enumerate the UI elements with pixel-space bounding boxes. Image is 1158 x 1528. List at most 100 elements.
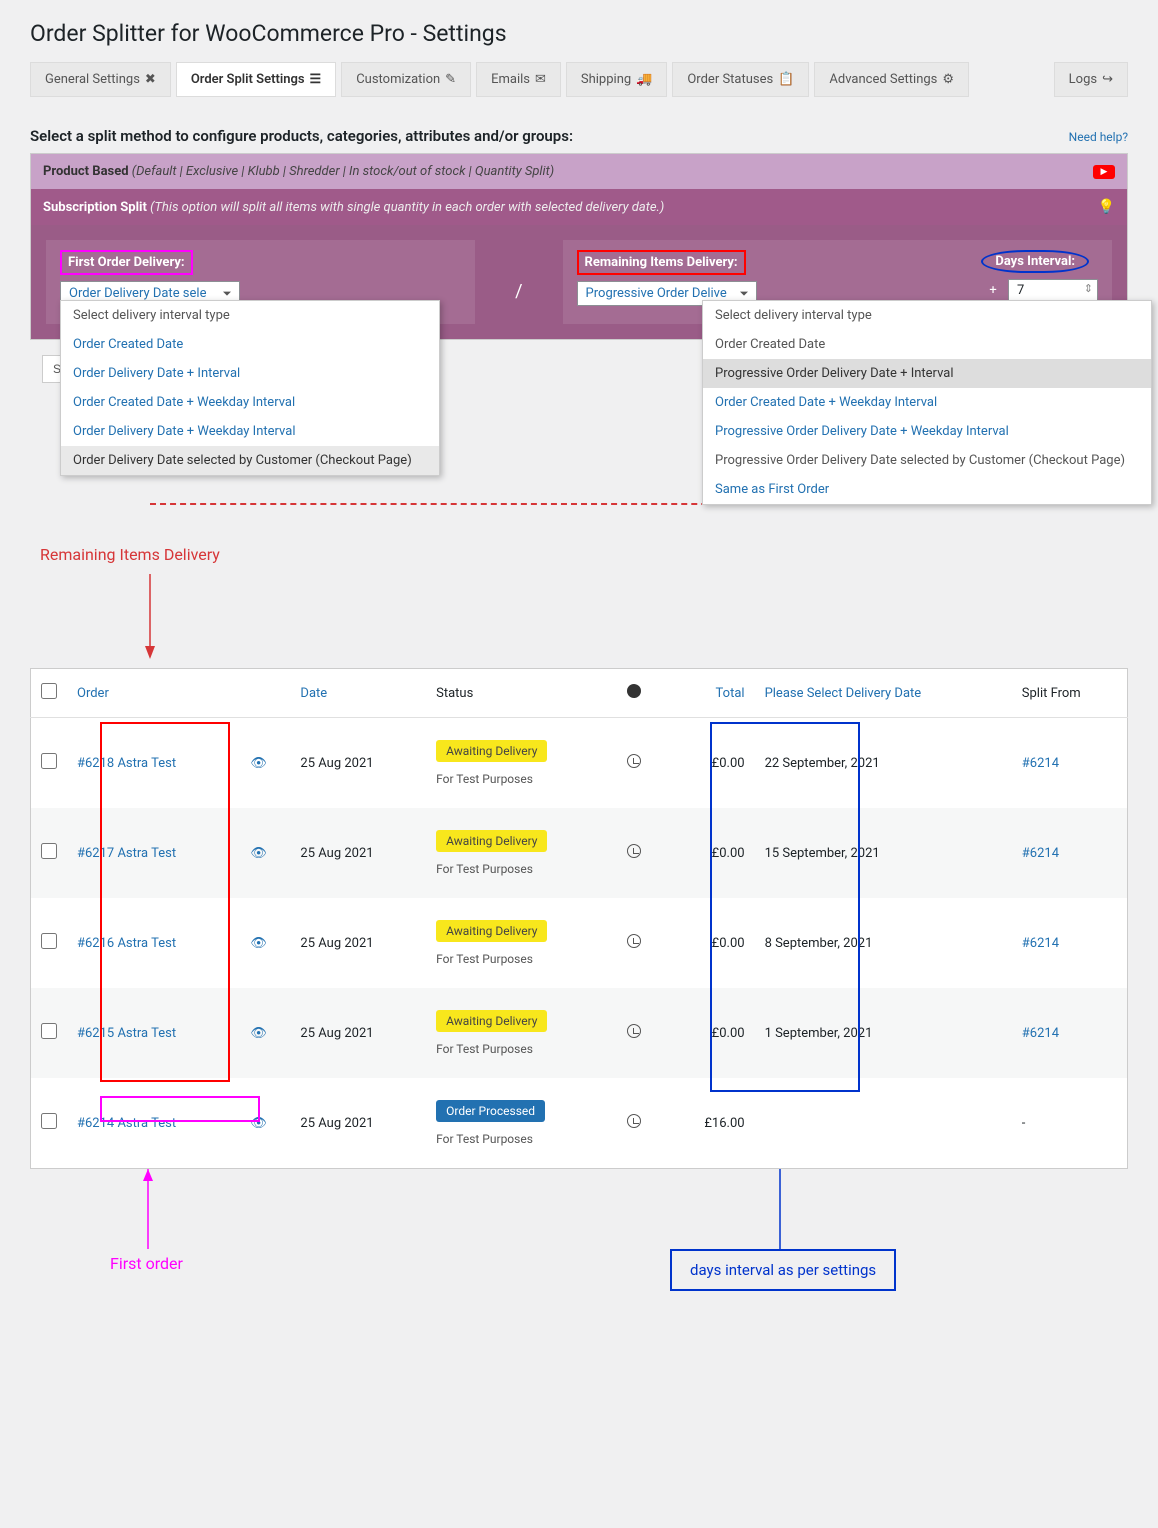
delivery-date: 8 September, 2021 [755,898,1012,988]
tab-advanced-settings[interactable]: Advanced Settings ⚙ [814,62,969,97]
col-total[interactable]: Total [667,669,755,718]
separator-slash: / [495,281,542,302]
status-note: For Test Purposes [436,1042,607,1056]
order-link[interactable]: #6217 Astra Test [77,846,176,861]
arrow-down-red-icon [120,574,260,664]
split-from-link[interactable]: #6214 [1022,756,1059,771]
order-link[interactable]: #6214 Astra Test [77,1116,176,1131]
days-interval-input[interactable]: 7 [1008,279,1098,302]
dropdown-option[interactable]: Order Delivery Date + Interval [61,359,439,388]
col-date[interactable]: Date [290,669,426,718]
table-row: #6214 Astra Test 👁 25 Aug 2021 Order Proces… [31,1078,1128,1169]
first-order-group: First Order Delivery: Order Delivery Dat… [46,240,475,324]
tab-customization[interactable]: Customization ✎ [341,62,471,97]
row-checkbox[interactable] [41,1023,57,1039]
split-from-cell: #6214 [1012,718,1128,809]
dropdown-option[interactable]: Progressive Order Delivery Date + Weekda… [703,417,1151,446]
order-link[interactable]: #6215 Astra Test [77,1026,176,1041]
order-link[interactable]: #6218 Astra Test [77,756,176,771]
tab-logs[interactable]: Logs ↪ [1054,62,1128,97]
login-icon: ↪ [1102,72,1113,87]
status-badge: Order Processed [436,1100,545,1122]
product-based-row[interactable]: Product Based (Default | Exclusive | Klu… [31,154,1127,189]
subscription-split-label: Subscription Split [43,200,147,215]
clipboard-icon: 📋 [778,72,794,87]
cogs-icon: ⚙ [942,72,954,87]
col-order[interactable]: Order [67,669,240,718]
order-date: 25 Aug 2021 [290,718,426,809]
col-icon [617,669,667,718]
tab-general-settings[interactable]: General Settings ✖ [30,62,171,97]
tab-label: Shipping [581,72,631,87]
tools-icon: ✖ [145,72,156,87]
note-icon[interactable] [627,844,641,858]
need-help-link[interactable]: Need help? [1069,130,1128,144]
section-heading: Select a split method to configure produ… [30,127,573,145]
dropdown-option[interactable]: Same as First Order [703,475,1151,504]
youtube-icon[interactable]: ▶ [1093,165,1115,179]
col-delivery[interactable]: Please Select Delivery Date [755,669,1012,718]
remaining-items-label: Remaining Items Delivery: [577,250,746,275]
split-from-link[interactable]: #6214 [1022,1026,1059,1041]
split-from-cell: #6214 [1012,808,1128,898]
dropdown-option[interactable]: Order Delivery Date selected by Customer… [61,446,439,475]
tab-order-statuses[interactable]: Order Statuses 📋 [672,62,809,97]
dropdown-option[interactable]: Progressive Order Delivery Date selected… [703,446,1151,475]
tab-emails[interactable]: Emails ✉ [476,62,561,97]
order-total: £0.00 [667,898,755,988]
row-checkbox[interactable] [41,753,57,769]
note-icon[interactable] [627,1114,641,1128]
preview-eye-icon[interactable]: 👁 [250,1116,267,1131]
table-row: #6217 Astra Test👁25 Aug 2021Awaiting Del… [31,808,1128,898]
dropdown-option[interactable]: Progressive Order Delivery Date + Interv… [703,359,1151,388]
tab-shipping[interactable]: Shipping 🚚 [566,62,667,97]
preview-eye-icon[interactable]: 👁 [250,756,267,771]
dropdown-option[interactable]: Select delivery interval type [61,301,439,330]
split-from-link[interactable]: #6214 [1022,936,1059,951]
tab-label: Order Statuses [687,72,773,87]
select-all-checkbox[interactable] [41,683,57,699]
note-icon[interactable] [627,1024,641,1038]
bulb-icon[interactable]: 💡 [1098,199,1115,215]
dropdown-option[interactable]: Order Created Date + Weekday Interval [61,388,439,417]
order-date: 25 Aug 2021 [290,1078,426,1169]
status-badge: Awaiting Delivery [436,1010,547,1032]
product-based-desc: (Default | Exclusive | Klubb | Shredder … [132,164,554,179]
dropdown-option[interactable]: Order Created Date [61,330,439,359]
note-icon[interactable] [627,934,641,948]
note-icon[interactable] [627,754,641,768]
split-from-link[interactable]: #6214 [1022,846,1059,861]
status-badge: Awaiting Delivery [436,740,547,762]
preview-eye-icon[interactable]: 👁 [250,1026,267,1041]
tab-order-split-settings[interactable]: Order Split Settings ☰ [176,62,336,97]
bottom-arrows [30,1169,1128,1309]
row-checkbox[interactable] [41,843,57,859]
dropdown-option[interactable]: Order Created Date + Weekday Interval [703,388,1151,417]
order-link[interactable]: #6216 Astra Test [77,936,176,951]
delivery-date: 1 September, 2021 [755,988,1012,1078]
split-from-cell: #6214 [1012,988,1128,1078]
dropdown-option[interactable]: Select delivery interval type [703,301,1151,330]
tab-label: Emails [491,72,530,87]
preview-eye-icon[interactable]: 👁 [250,846,267,861]
settings-tabs: General Settings ✖Order Split Settings ☰… [30,62,1128,97]
status-badge: Awaiting Delivery [436,920,547,942]
dropdown-option[interactable]: Order Delivery Date + Weekday Interval [61,417,439,446]
preview-eye-icon[interactable]: 👁 [250,936,267,951]
subscription-split-row[interactable]: Subscription Split (This option will spl… [31,189,1127,225]
order-date: 25 Aug 2021 [290,988,426,1078]
order-date: 25 Aug 2021 [290,808,426,898]
product-based-label: Product Based [43,164,129,179]
tab-label: Order Split Settings [191,72,305,87]
order-total: £0.00 [667,988,755,1078]
page-title: Order Splitter for WooCommerce Pro - Set… [30,20,1128,47]
row-checkbox[interactable] [41,933,57,949]
row-checkbox[interactable] [41,1113,57,1129]
order-total: £16.00 [667,1078,755,1169]
order-date: 25 Aug 2021 [290,898,426,988]
dropdown-option[interactable]: Order Created Date [703,330,1151,359]
table-row: #6216 Astra Test 👁 25 Aug 2021 Awaiting Del… [31,898,1128,988]
subscription-split-desc: (This option will split all items with s… [150,200,664,215]
tab-label: General Settings [45,72,140,87]
status-note: For Test Purposes [436,862,607,876]
